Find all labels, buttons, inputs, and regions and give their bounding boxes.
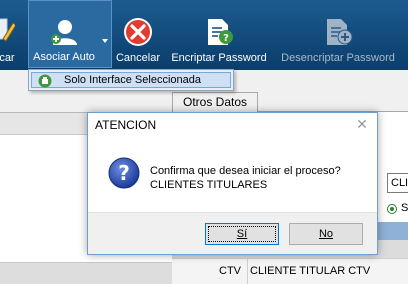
encriptar-password-label: Encriptar Password	[171, 52, 267, 64]
asociar-auto-button[interactable]: Asociar Auto	[28, 0, 112, 68]
asociar-auto-dropdown: Solo Interface Seleccionada	[28, 69, 234, 91]
menu-item-label: Solo Interface Seleccionada	[64, 74, 201, 86]
dialog-title: ATENCION	[95, 118, 157, 132]
desencriptar-password-label: Desencriptar Password	[281, 52, 395, 64]
svg-text:?: ?	[118, 161, 130, 185]
dialog-footer: Sí No	[88, 212, 377, 254]
menu-item-solo-interface[interactable]: Solo Interface Seleccionada	[31, 72, 231, 88]
user-add-icon	[50, 18, 78, 49]
radio-label: S	[401, 202, 408, 214]
confirm-dialog: ATENCION ✕ ? Confirma que desea iniciar …	[87, 112, 378, 255]
column-header-ctv[interactable]: CTV	[172, 259, 248, 284]
pencil-icon	[0, 17, 17, 46]
cancel-icon	[123, 17, 153, 50]
chevron-down-icon[interactable]	[102, 39, 108, 43]
no-button-label: No	[318, 228, 334, 240]
interface-icon	[38, 74, 52, 91]
grid-header: CTV CLIENTE TITULAR CTV	[172, 258, 408, 284]
radio-option[interactable]: S	[387, 202, 408, 216]
yes-button[interactable]: Sí	[205, 223, 279, 245]
cliente-input[interactable]: CLIE	[387, 173, 408, 193]
no-button[interactable]: No	[289, 223, 363, 245]
document-question-icon: ?	[204, 17, 234, 50]
ribbon-toolbar: ificar Asociar Auto Cancelar	[0, 0, 408, 70]
modificar-button[interactable]: ificar	[0, 0, 26, 68]
cancelar-button[interactable]: Cancelar	[114, 0, 162, 68]
encriptar-password-button[interactable]: ? Encriptar Password	[168, 0, 270, 68]
asociar-auto-label: Asociar Auto	[33, 51, 95, 63]
tab-otros-datos[interactable]: Otros Datos	[172, 92, 258, 112]
modificar-label: ificar	[0, 52, 15, 64]
question-icon: ?	[108, 157, 140, 192]
radio-dot[interactable]	[387, 204, 397, 214]
left-panel-footer-row	[0, 262, 172, 284]
dialog-message-line2: CLIENTES TITULARES	[150, 179, 268, 191]
document-add-icon	[323, 17, 353, 50]
yes-button-label: Sí	[236, 228, 248, 240]
column-header-cliente-titular[interactable]: CLIENTE TITULAR CTV	[250, 265, 370, 277]
cancelar-label: Cancelar	[115, 52, 161, 64]
dialog-message-line1: Confirma que desea iniciar el proceso?	[150, 165, 341, 177]
desencriptar-password-button[interactable]: Desencriptar Password	[276, 0, 400, 68]
close-icon[interactable]: ✕	[347, 113, 377, 135]
svg-text:?: ?	[223, 33, 229, 44]
